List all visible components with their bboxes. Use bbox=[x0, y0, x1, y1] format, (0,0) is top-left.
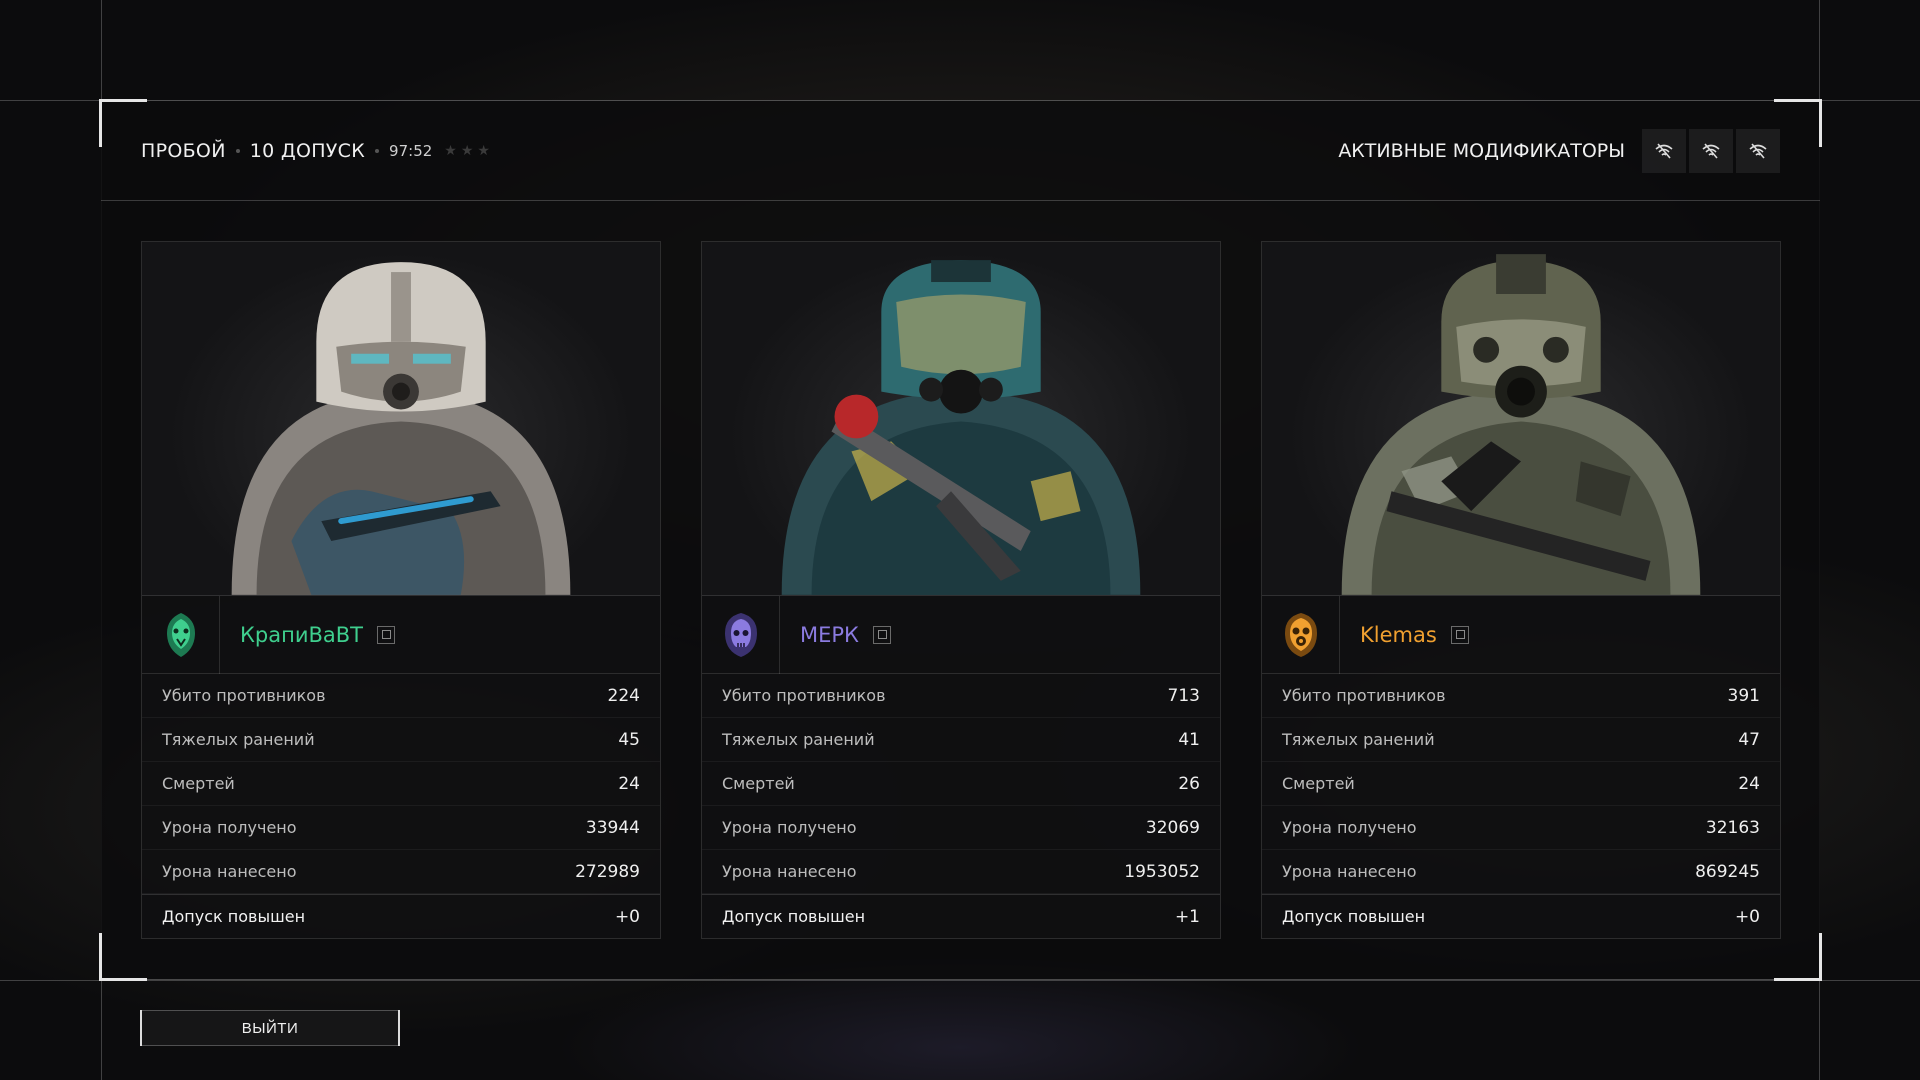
stat-row-damage-taken: Урона получено 32163 bbox=[1262, 806, 1780, 850]
copy-name-icon[interactable] bbox=[1450, 625, 1469, 644]
copy-name-icon[interactable] bbox=[872, 625, 891, 644]
exit-button[interactable]: ВЫЙТИ bbox=[140, 1010, 400, 1046]
player-name: Klemas bbox=[1360, 622, 1437, 647]
player-name: МЕРК bbox=[800, 622, 859, 647]
stat-row-kills: Убито противников 713 bbox=[702, 674, 1220, 718]
rating-stars: ★ ★ ★ bbox=[444, 143, 490, 159]
stat-row-deaths: Смертей 24 bbox=[1262, 762, 1780, 806]
wifi-off-icon bbox=[1749, 142, 1767, 159]
cobra-emblem-icon bbox=[142, 595, 220, 674]
soldier-portrait bbox=[231, 262, 571, 595]
player-portrait bbox=[1262, 242, 1780, 596]
star-icon: ★ bbox=[477, 142, 490, 159]
wifi-off-icon bbox=[1655, 142, 1673, 159]
soldier-portrait bbox=[1341, 254, 1701, 595]
stat-row-damage-taken: Урона получено 33944 bbox=[142, 806, 660, 850]
modifier-button[interactable] bbox=[1642, 128, 1686, 173]
modifier-button[interactable] bbox=[1736, 128, 1780, 173]
separator-dot bbox=[235, 148, 240, 153]
player-portrait bbox=[702, 242, 1220, 596]
skull-emblem-icon bbox=[702, 595, 780, 674]
player-card: КрапиВаВТ Убито противников 224 Тяжелых р… bbox=[141, 241, 661, 939]
soldier-portrait bbox=[781, 260, 1141, 595]
mission-mode: ПРОБОЙ bbox=[141, 139, 226, 162]
player-card: МЕРК Убито противников 713 Тяжелых ранени… bbox=[701, 241, 1221, 939]
stat-row-heavy-wounds: Тяжелых ранений 41 bbox=[702, 718, 1220, 762]
stat-row-heavy-wounds: Тяжелых ранений 47 bbox=[1262, 718, 1780, 762]
star-icon: ★ bbox=[444, 142, 457, 159]
modifier-button[interactable] bbox=[1689, 128, 1733, 173]
stat-row-deaths: Смертей 26 bbox=[702, 762, 1220, 806]
separator-dot bbox=[375, 148, 380, 153]
stat-row-kills: Убито противников 224 bbox=[142, 674, 660, 718]
stat-row-access-raised: Допуск повышен +0 bbox=[142, 894, 660, 938]
stat-row-damage-dealt: Урона нанесено 272989 bbox=[142, 850, 660, 894]
copy-name-icon[interactable] bbox=[377, 625, 395, 644]
frame-guide-bottom bbox=[0, 980, 1920, 981]
results-panel: ПРОБОЙ 10 ДОПУСК 97:52 ★ ★ ★ АКТИВНЫЕ МО… bbox=[99, 99, 1822, 981]
star-icon: ★ bbox=[460, 142, 474, 159]
stat-row-deaths: Смертей 24 bbox=[142, 762, 660, 806]
mission-time: 97:52 bbox=[389, 141, 433, 160]
stat-row-kills: Убито противников 391 bbox=[1262, 674, 1780, 718]
corner-bracket bbox=[99, 933, 147, 981]
mission-header: ПРОБОЙ 10 ДОПУСК 97:52 ★ ★ ★ АКТИВНЫЕ МО… bbox=[101, 101, 1820, 201]
player-card: Klemas Убито противников 391 Тяжелых ране… bbox=[1261, 241, 1781, 939]
player-portrait bbox=[142, 242, 660, 596]
stat-row-damage-taken: Урона получено 32069 bbox=[702, 806, 1220, 850]
corner-bracket bbox=[1774, 933, 1822, 981]
player-cards: КрапиВаВТ Убито противников 224 Тяжелых р… bbox=[141, 241, 1781, 939]
access-level: 10 ДОПУСК bbox=[249, 139, 366, 162]
stat-row-access-raised: Допуск повышен +0 bbox=[1262, 894, 1780, 938]
stat-row-heavy-wounds: Тяжелых ранений 45 bbox=[142, 718, 660, 762]
player-name-row: Klemas bbox=[1262, 595, 1780, 674]
wifi-off-icon bbox=[1702, 142, 1720, 159]
stat-row-damage-dealt: Урона нанесено 869245 bbox=[1262, 850, 1780, 894]
active-modifiers-label: АКТИВНЫЕ МОДИФИКАТОРЫ bbox=[1338, 139, 1625, 162]
stat-row-access-raised: Допуск повышен +1 bbox=[702, 894, 1220, 938]
player-name-row: МЕРК bbox=[702, 595, 1220, 674]
player-name: КрапиВаВТ bbox=[240, 622, 363, 647]
player-name-row: КрапиВаВТ bbox=[142, 595, 660, 674]
stat-row-damage-dealt: Урона нанесено 1953052 bbox=[702, 850, 1220, 894]
gasmask-emblem-icon bbox=[1262, 595, 1340, 674]
